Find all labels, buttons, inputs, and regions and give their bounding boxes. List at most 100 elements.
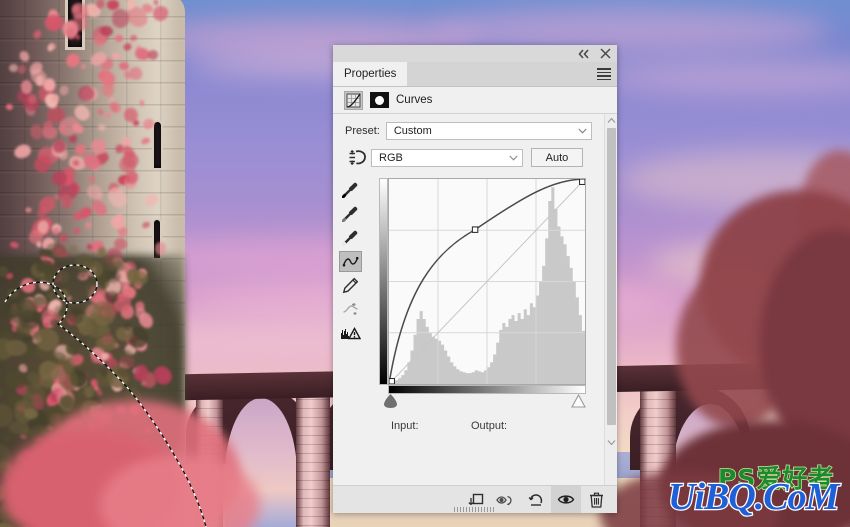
ivy-leaf <box>12 142 33 161</box>
ivy-leaf <box>141 220 151 230</box>
panel-resize-grip[interactable] <box>454 507 496 512</box>
bridge-pier <box>296 390 330 527</box>
ivy-leaf <box>146 48 160 62</box>
reset-adjustment-button[interactable] <box>521 486 551 513</box>
channel-value: RGB <box>379 151 403 164</box>
close-icon[interactable] <box>599 47 612 60</box>
ivy-leaf <box>95 0 106 10</box>
ivy-leaf <box>110 50 122 62</box>
panel-menu-icon[interactable] <box>597 68 611 80</box>
chevron-down-icon <box>509 152 518 164</box>
ivy-leaf <box>103 110 113 120</box>
output-label: Output: <box>471 420 508 432</box>
curves-tool-strip <box>333 175 367 344</box>
ivy-leaf <box>69 245 78 252</box>
preset-label: Preset: <box>345 125 380 137</box>
ivy-leaf <box>58 84 70 97</box>
ivy-leaf <box>5 103 14 111</box>
panel-scrollbar[interactable] <box>604 114 617 485</box>
ivy-leaf <box>63 51 83 70</box>
ivy-leaf <box>119 62 129 70</box>
scroll-down-icon[interactable] <box>607 439 616 446</box>
auto-button-label: Auto <box>545 151 569 164</box>
channel-row: RGB Auto <box>333 147 604 168</box>
adjustment-title: Curves <box>396 94 433 106</box>
ivy-leaf <box>131 118 141 128</box>
ivy-leaf <box>87 174 97 184</box>
pencil-draw-tool-icon[interactable] <box>339 275 362 296</box>
ivy-leaf <box>141 116 156 132</box>
toggle-layer-visibility-button[interactable] <box>551 486 581 513</box>
ivy-leaf <box>97 123 107 132</box>
input-gradient-ramp <box>388 385 586 394</box>
ivy-leaf <box>71 226 82 236</box>
ivy-leaf <box>25 207 32 213</box>
preset-row: Preset: Custom <box>333 122 604 140</box>
ivy-leaf <box>20 79 33 95</box>
collapse-icon[interactable] <box>577 47 590 60</box>
auto-button[interactable]: Auto <box>531 148 583 167</box>
ivy-leaf <box>129 33 138 43</box>
smooth-curve-tool-icon[interactable] <box>339 299 362 320</box>
black-point-slider[interactable] <box>383 394 398 408</box>
curves-adjustment-icon[interactable] <box>344 90 363 110</box>
ivy-leaf <box>81 64 86 69</box>
tab-properties[interactable]: Properties <box>333 62 408 86</box>
ivy-leaf <box>44 14 64 32</box>
ivy-leaf <box>95 66 119 90</box>
properties-panel[interactable]: Properties Curves Preset: Custom RGB Aut… <box>333 45 617 513</box>
targeted-adjustment-tool-icon[interactable] <box>345 147 371 168</box>
ivy-leaf <box>46 243 66 258</box>
input-label: Input: <box>391 420 419 432</box>
ivy-leaf <box>16 63 28 76</box>
white-point-eyedropper-icon[interactable] <box>339 227 362 248</box>
delete-adjustment-layer-button[interactable] <box>581 486 611 513</box>
curve-point-tool-icon[interactable] <box>338 251 362 272</box>
output-field-group[interactable]: Output: <box>471 420 507 432</box>
ivy-leaf <box>99 25 114 37</box>
screen: PS爱好者 UiBQ.CoM Properties Curves Preset:… <box>0 0 850 527</box>
ivy-leaf <box>96 108 105 116</box>
watermark: UiBQ.CoM <box>667 476 841 518</box>
ivy-leaf <box>31 28 44 41</box>
scrollbar-thumb[interactable] <box>607 128 616 425</box>
gray-point-eyedropper-icon[interactable] <box>339 203 362 224</box>
adjustment-header: Curves <box>333 87 617 114</box>
preset-value: Custom <box>393 125 432 137</box>
ivy-leaf <box>9 241 20 249</box>
ivy-leaf <box>89 197 110 219</box>
preset-dropdown[interactable]: Custom <box>385 122 592 140</box>
histogram-warning-icon[interactable] <box>339 323 362 344</box>
ivy-leaf <box>122 42 133 52</box>
ivy-leaf <box>57 232 70 244</box>
panel-body: Preset: Custom RGB Auto Input: Output: <box>333 114 617 485</box>
panel-footer <box>333 485 617 513</box>
black-point-eyedropper-icon[interactable] <box>339 179 362 200</box>
mask-shape <box>375 95 384 105</box>
ivy-leaf <box>35 241 43 248</box>
scroll-up-icon[interactable] <box>607 117 616 124</box>
chevron-down-icon <box>578 125 587 137</box>
ivy-leaf <box>17 49 32 64</box>
curves-content: Preset: Custom RGB Auto Input: Output: <box>333 114 604 485</box>
ivy-leaf <box>140 136 151 146</box>
ivy-leaf <box>114 33 124 44</box>
channel-dropdown[interactable]: RGB <box>371 148 523 167</box>
white-point-slider[interactable] <box>571 394 586 408</box>
tab-properties-label: Properties <box>344 68 397 80</box>
ivy-leaf <box>74 143 88 156</box>
ivy-leaf <box>28 123 45 141</box>
ivy-leaf <box>154 241 167 256</box>
ivy-leaf <box>139 99 145 107</box>
curves-graph[interactable]: Input: Output: <box>379 178 586 432</box>
curve-plot-area[interactable] <box>388 178 586 385</box>
ivy-leaf <box>84 221 93 230</box>
output-gradient-ramp <box>379 178 388 385</box>
panel-titlebar[interactable] <box>333 45 617 62</box>
input-output-row: Input: Output: <box>391 420 591 432</box>
ivy-leaf <box>72 12 89 32</box>
panel-tab-bar[interactable]: Properties <box>333 62 617 87</box>
layer-mask-thumbnail[interactable] <box>370 92 389 108</box>
input-field-group[interactable]: Input: <box>391 420 471 432</box>
marching-ants-selection <box>4 264 207 527</box>
